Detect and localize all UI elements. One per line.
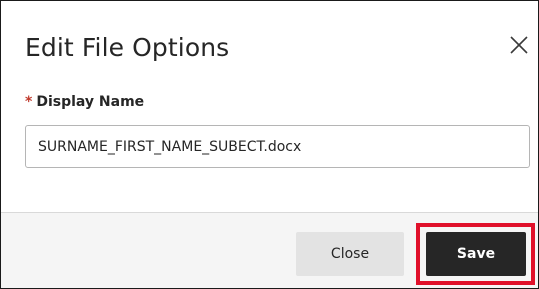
display-name-input[interactable] xyxy=(25,125,530,168)
display-name-label: * Display Name xyxy=(25,94,144,110)
dialog-title: Edit File Options xyxy=(25,33,230,62)
close-button[interactable]: Close xyxy=(296,232,404,276)
save-button[interactable]: Save xyxy=(426,232,526,276)
display-name-label-text: Display Name xyxy=(36,94,145,110)
required-marker: * xyxy=(25,94,33,110)
close-x-icon[interactable] xyxy=(509,35,529,55)
